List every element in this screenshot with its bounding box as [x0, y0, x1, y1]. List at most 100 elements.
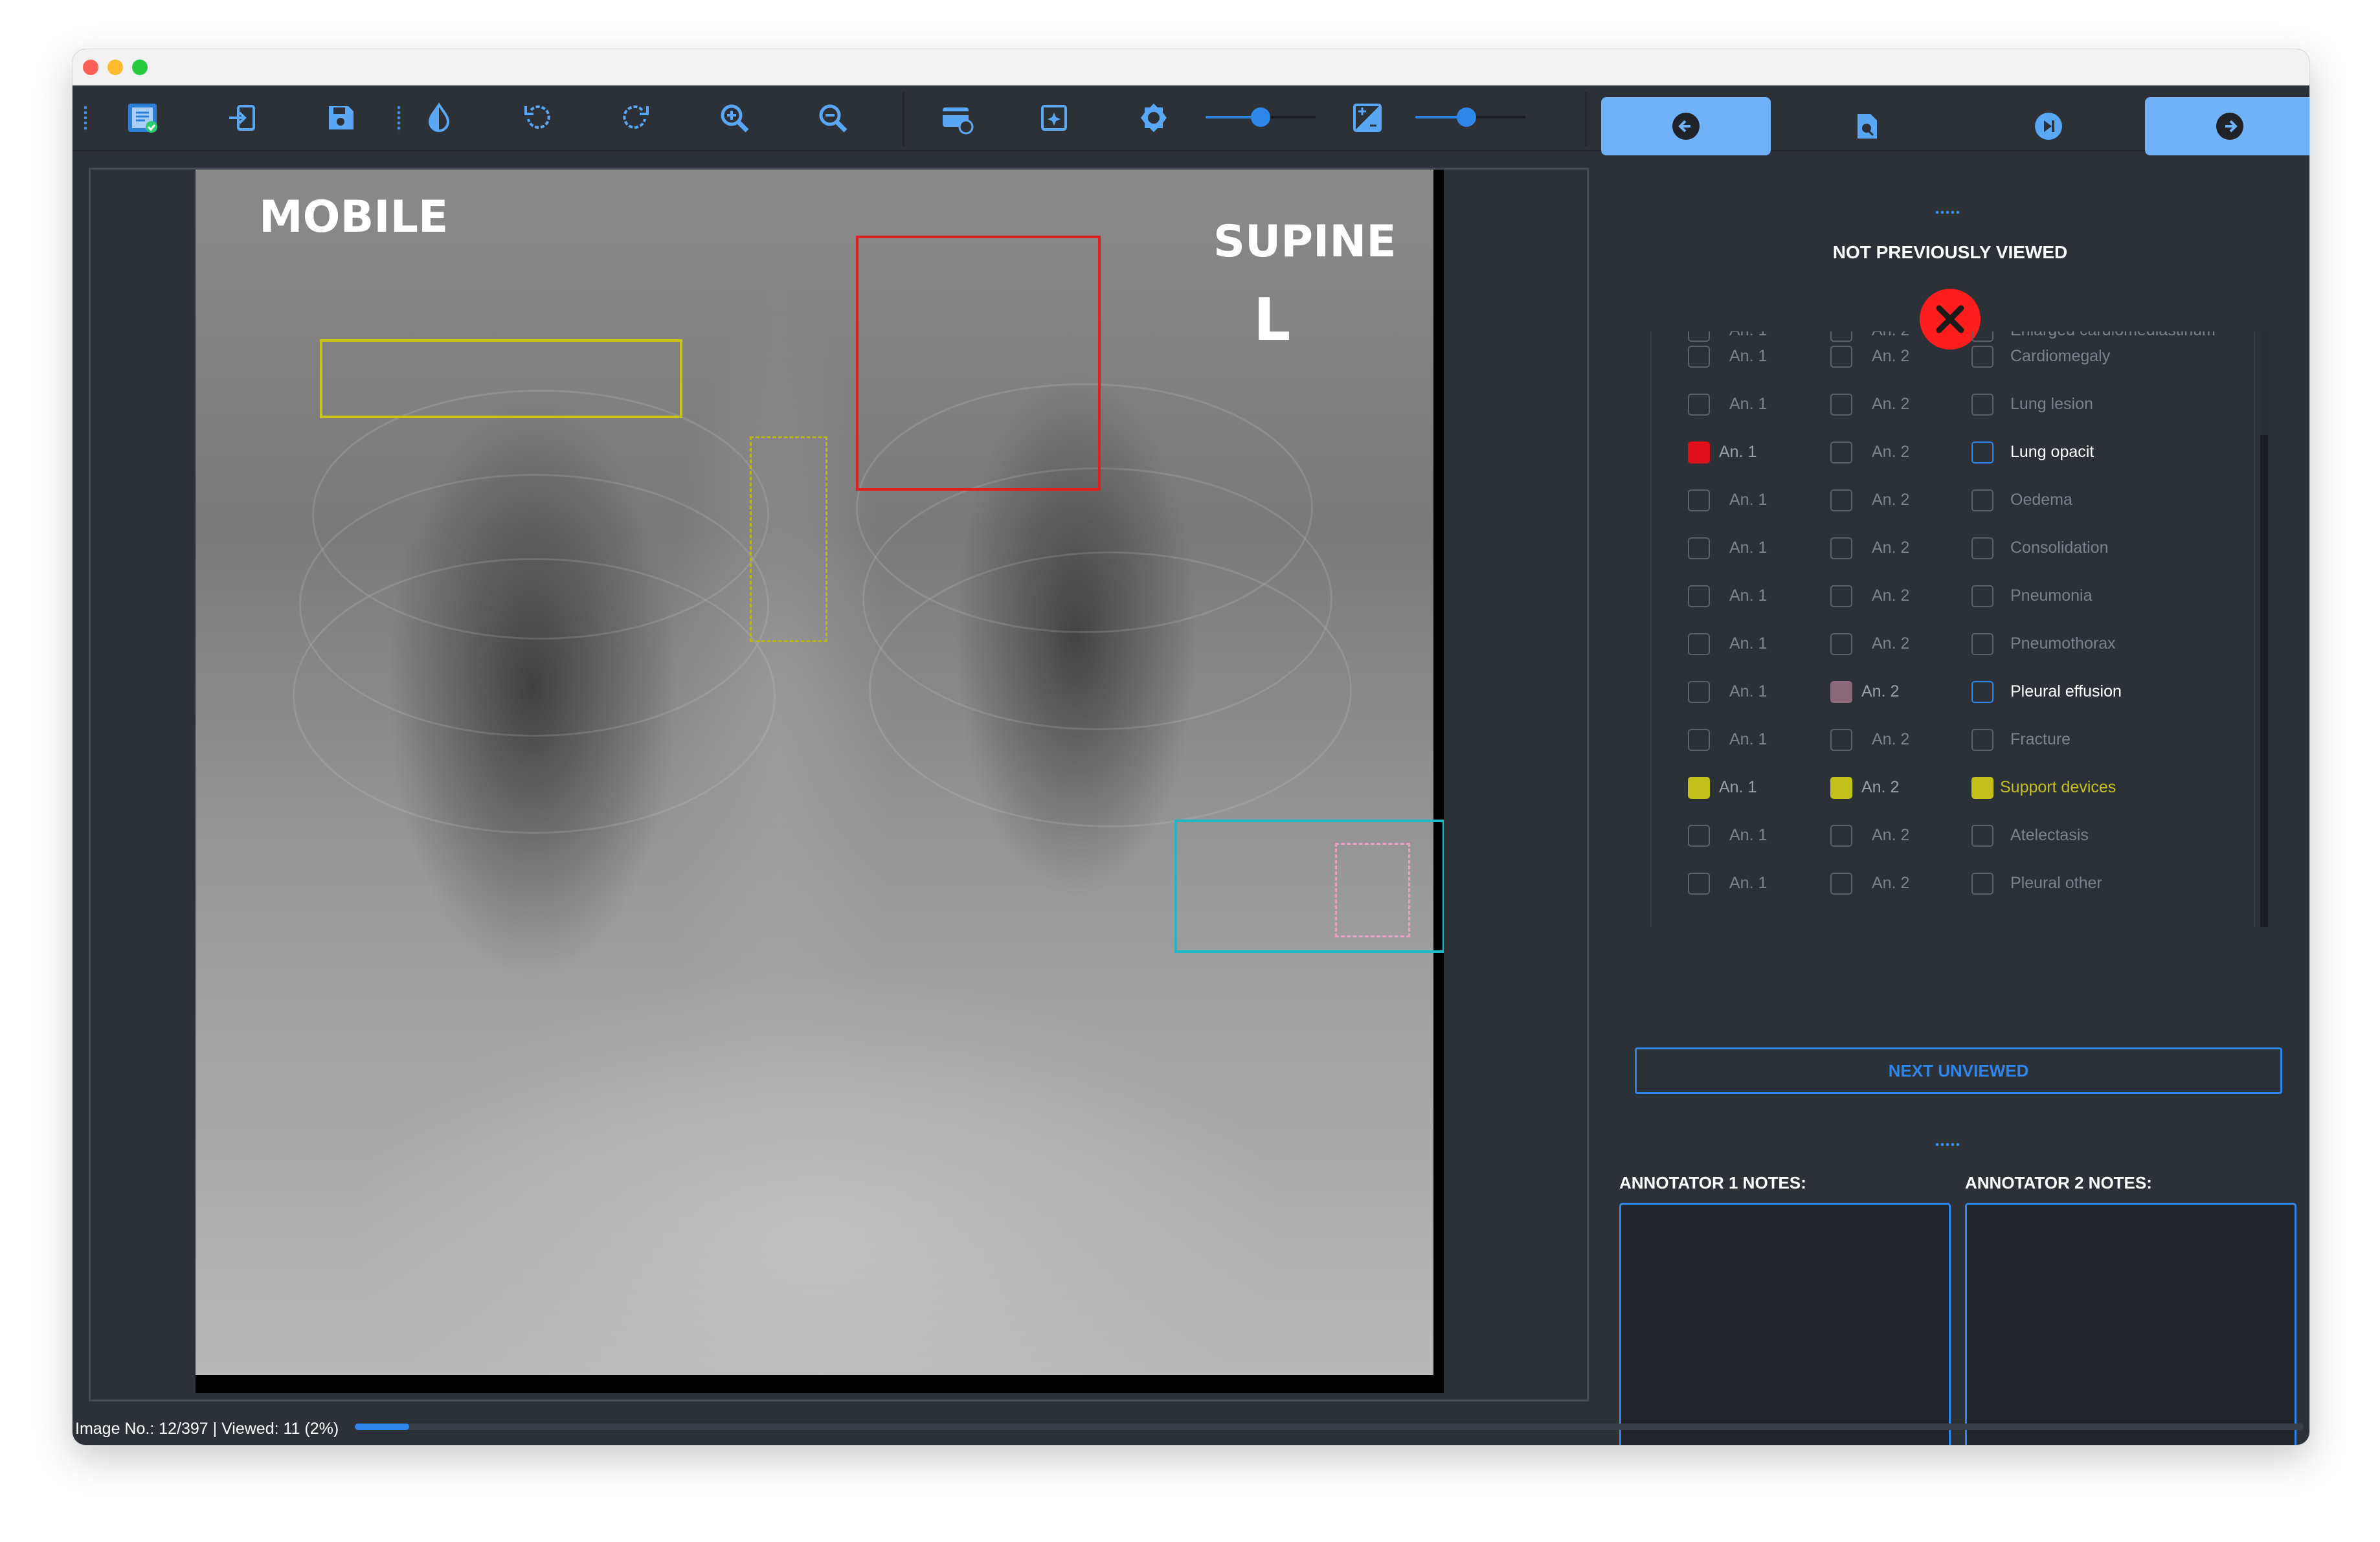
annotator1-checkbox[interactable] [1688, 585, 1710, 607]
exposure-icon[interactable] [1348, 98, 1387, 137]
annotator2-checkbox[interactable] [1830, 394, 1852, 416]
save-icon[interactable] [321, 98, 360, 137]
annotator2-checkbox[interactable] [1830, 729, 1852, 751]
annotator2-checkbox[interactable] [1830, 825, 1852, 847]
finding-label: Support devices [2000, 778, 2116, 796]
contrast-slider-knob[interactable] [1457, 107, 1477, 127]
findings-list[interactable]: An. 1 An. 2 Enlarged cardiomediastinum A… [1650, 331, 2255, 927]
finding-checkbox[interactable] [1971, 489, 1993, 511]
list-item: An. 1 An. 2 Atelectasis [1652, 810, 2254, 858]
annotation-box-support-devices[interactable] [320, 339, 682, 418]
annotator2-checkbox[interactable] [1830, 681, 1852, 703]
annotation-box-pleural-effusion-dashed[interactable] [1335, 843, 1410, 937]
contrast-slider[interactable] [1415, 107, 1525, 127]
annotator2-checkbox-label: An. 2 [1872, 874, 1910, 892]
zoom-out-icon[interactable] [813, 98, 852, 137]
annotation-box-lung-opacity[interactable] [856, 236, 1101, 491]
export-icon[interactable] [223, 98, 262, 137]
annotator2-checkbox[interactable] [1830, 489, 1852, 511]
brightness-slider[interactable] [1206, 107, 1316, 127]
next-image-button[interactable] [2145, 97, 2309, 155]
finding-checkbox[interactable] [1971, 346, 1993, 368]
annotator2-checkbox-label: An. 2 [1872, 443, 1910, 461]
annotator2-checkbox[interactable] [1830, 585, 1852, 607]
finding-label: Fracture [2010, 730, 2071, 748]
finding-checkbox[interactable] [1971, 537, 1993, 559]
annotator1-checkbox[interactable] [1688, 489, 1710, 511]
annotator2-checkbox[interactable] [1830, 633, 1852, 655]
finding-checkbox[interactable] [1971, 825, 1993, 847]
annotator2-checkbox[interactable] [1830, 777, 1852, 799]
search-image-button[interactable] [1782, 97, 1952, 155]
rotate-left-icon[interactable] [518, 98, 557, 137]
toolbar-grip-handle[interactable] [83, 105, 88, 132]
annotator2-checkbox-label: An. 2 [1872, 826, 1910, 844]
finding-label: Pleural other [2010, 874, 2102, 892]
minimize-window-button[interactable] [107, 60, 123, 75]
annotator2-checkbox[interactable] [1830, 873, 1852, 895]
annotator1-checkbox[interactable] [1688, 346, 1710, 368]
finding-checkbox[interactable] [1971, 729, 1993, 751]
findings-scrollbar[interactable] [2260, 331, 2268, 927]
annotator2-checkbox[interactable] [1830, 537, 1852, 559]
toolbar-grip-handle-2[interactable] [396, 105, 401, 132]
brightness-icon[interactable] [1134, 98, 1173, 137]
finding-label: Cardiomegaly [2010, 347, 2111, 365]
annotator2-checkbox[interactable] [1830, 441, 1852, 464]
finding-checkbox[interactable] [1971, 873, 1993, 895]
annotator1-checkbox[interactable] [1688, 394, 1710, 416]
skip-next-button[interactable] [1964, 97, 2133, 155]
annotator1-checkbox[interactable] [1688, 633, 1710, 655]
skip-next-icon [2035, 113, 2062, 140]
rotate-right-icon[interactable] [616, 98, 655, 137]
annotator1-checkbox[interactable] [1688, 441, 1710, 464]
list-item: An. 1 An. 2 Pneumonia [1652, 571, 2254, 619]
annotator2-checkbox-label: An. 2 [1872, 539, 1910, 557]
annotator1-checkbox[interactable] [1688, 873, 1710, 895]
xray-image[interactable]: MOBILE SUPINE L [196, 170, 1444, 1393]
sidebar-grip-handle[interactable] [1935, 210, 1960, 215]
annotator1-checkbox[interactable] [1688, 681, 1710, 703]
toolbar-separator [903, 92, 904, 146]
ai-detect-icon[interactable] [1036, 98, 1075, 137]
annotator1-checkbox[interactable] [1688, 729, 1710, 751]
annotator2-notes-field[interactable] [1965, 1203, 2296, 1445]
findings-scroll-thumb[interactable] [2260, 331, 2268, 435]
annotator1-checkbox-label: An. 1 [1729, 826, 1768, 844]
toolbar [73, 85, 2309, 155]
annotator2-checkbox-label: An. 2 [1872, 730, 1910, 748]
side-marker-label: L [1253, 286, 1291, 354]
finding-checkbox[interactable] [1971, 585, 1993, 607]
finding-checkbox[interactable] [1971, 681, 1993, 703]
finding-label: Atelectasis [2010, 826, 2089, 844]
list-item: An. 1 An. 2 Pneumothorax [1652, 619, 2254, 667]
supine-label: SUPINE [1213, 216, 1397, 267]
title-bar [73, 49, 2309, 85]
app-window: MOBILE SUPINE L NOT PREVIOUSLY VIEWED An… [73, 49, 2309, 1445]
annotator2-checkbox[interactable] [1830, 346, 1852, 368]
reset-view-icon[interactable] [937, 98, 976, 137]
finding-checkbox[interactable] [1971, 777, 1993, 799]
annotator1-notes-field[interactable] [1619, 1203, 1951, 1445]
finding-checkbox[interactable] [1971, 441, 1993, 464]
annotator1-checkbox[interactable] [1688, 537, 1710, 559]
annotator1-checkbox[interactable] [1688, 777, 1710, 799]
app-logo-icon[interactable] [123, 98, 162, 137]
finding-checkbox[interactable] [1971, 633, 1993, 655]
close-window-button[interactable] [83, 60, 98, 75]
annotator2-checkbox-label: An. 2 [1872, 347, 1910, 365]
contrast-icon[interactable] [420, 98, 458, 137]
zoom-in-icon[interactable] [715, 98, 754, 137]
annotator1-checkbox-label: An. 1 [1719, 778, 1757, 796]
annotation-box-support-devices-dashed[interactable] [750, 436, 827, 642]
previous-image-button[interactable] [1601, 97, 1771, 155]
next-unviewed-button[interactable]: NEXT UNVIEWED [1635, 1047, 2282, 1094]
maximize-window-button[interactable] [132, 60, 148, 75]
finding-label: Lung lesion [2010, 395, 2093, 413]
sidebar-grip-handle-2[interactable] [1935, 1142, 1960, 1147]
finding-label: Pleural effusion [2010, 682, 2122, 700]
finding-checkbox[interactable] [1971, 394, 1993, 416]
arrow-left-icon [1672, 113, 1700, 140]
annotator1-checkbox[interactable] [1688, 825, 1710, 847]
brightness-slider-knob[interactable] [1251, 107, 1270, 127]
